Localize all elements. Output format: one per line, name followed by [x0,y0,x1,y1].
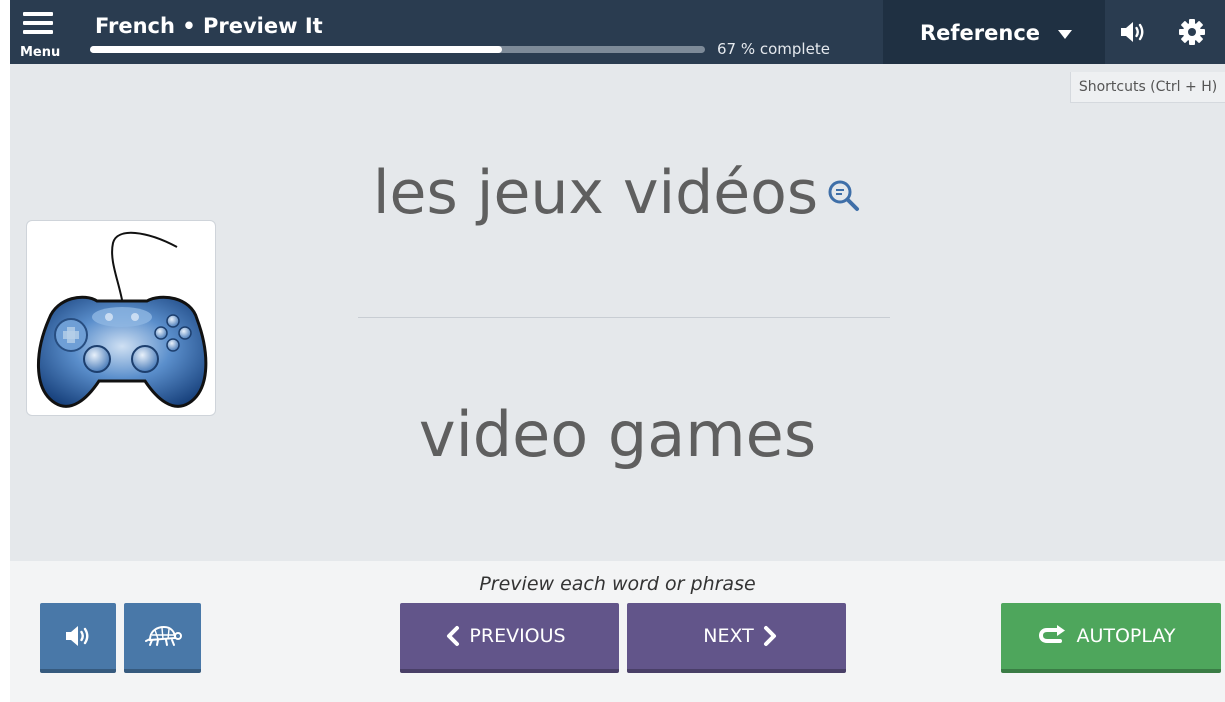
shortcuts-tab[interactable]: Shortcuts (Ctrl + H) [1070,72,1225,103]
flashcard-area: Shortcuts (Ctrl + H) les jeux vidéos vid… [10,64,1225,561]
settings-button[interactable] [1165,0,1220,64]
menu-label: Menu [20,45,61,60]
reference-label: Reference [920,21,1041,45]
activity-title: French • Preview It [95,14,323,38]
next-label: NEXT [703,625,754,647]
chevron-right-icon [763,626,776,646]
previous-button[interactable]: PREVIOUS [400,603,619,673]
speaker-icon [66,626,89,646]
instruction-text: Preview each word or phrase [479,573,756,595]
slow-audio-button[interactable] [124,603,201,673]
target-word: les jeux vidéos [10,158,1225,228]
next-button[interactable]: NEXT [627,603,846,673]
game-controller-icon [37,231,208,408]
magnifier-icon[interactable] [826,178,862,214]
controls-bar: Preview each word or phrase PREVIOUS NEX… [10,561,1225,702]
reference-dropdown[interactable]: Reference [883,0,1105,64]
chevron-left-icon [447,626,460,646]
hamburger-icon [23,12,53,39]
audio-button[interactable] [1105,0,1160,64]
progress-text: 67 % complete [717,40,830,58]
gear-icon [1179,19,1205,45]
previous-label: PREVIOUS [469,625,566,647]
autoplay-button[interactable]: AUTOPLAY [1001,603,1221,673]
progress-bar [90,46,705,53]
word-image-card [26,220,216,416]
menu-button[interactable]: Menu [18,6,64,60]
speaker-icon [1121,22,1144,42]
play-audio-button[interactable] [40,603,116,673]
target-word-text: les jeux vidéos [372,158,819,228]
autoplay-label: AUTOPLAY [1076,625,1176,647]
progress-bar-fill [90,46,503,53]
card-divider [358,317,890,318]
caret-down-icon [1058,30,1072,39]
loop-arrow-icon [1039,625,1066,643]
translation-word: video games [418,398,817,471]
top-bar: Menu French • Preview It 67 % complete R… [10,0,1225,64]
turtle-icon [144,625,182,646]
